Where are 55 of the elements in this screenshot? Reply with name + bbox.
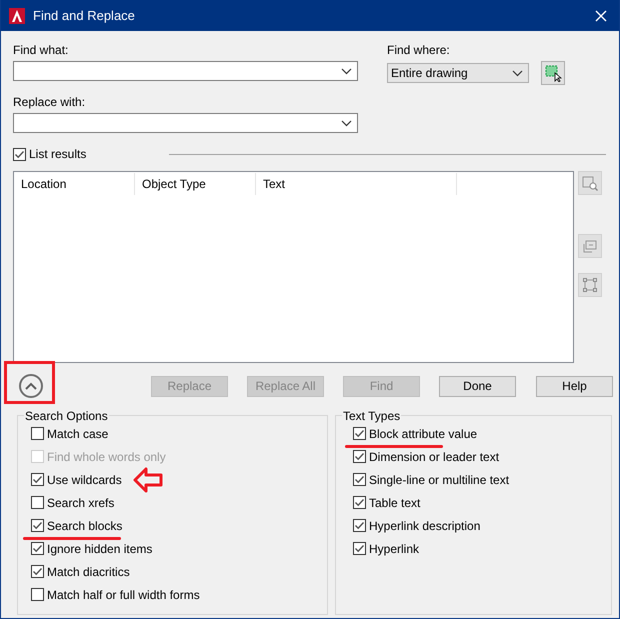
- combo-box[interactable]: [13, 113, 358, 133]
- option-label: Match case: [47, 426, 108, 442]
- checkbox[interactable]: [353, 427, 366, 440]
- select-objects-button[interactable]: [541, 61, 565, 85]
- option-label: List results: [29, 146, 86, 163]
- zoom-button[interactable]: [578, 171, 602, 195]
- option-label: Use wildcards: [47, 472, 122, 488]
- field-label: Find where:: [387, 42, 451, 59]
- option-label: Single-line or multiline text: [369, 472, 510, 488]
- collapse-button[interactable]: [19, 374, 43, 398]
- chevron-down-icon: [512, 70, 523, 76]
- select-objects-icon: [544, 64, 562, 82]
- dialog-button[interactable]: Done: [439, 376, 516, 396]
- checkbox[interactable]: [353, 542, 366, 555]
- grips-icon: [582, 277, 598, 293]
- checkbox[interactable]: [31, 588, 44, 601]
- combo-box[interactable]: [13, 61, 358, 81]
- window-title: Find and Replace: [33, 6, 135, 25]
- checkbox[interactable]: [31, 519, 44, 532]
- field-label: Replace with:: [13, 94, 86, 111]
- column-header[interactable]: Location: [14, 173, 135, 195]
- selection-set-icon: [582, 238, 598, 254]
- field-label: Find what:: [13, 42, 70, 59]
- checkbox[interactable]: [353, 450, 366, 463]
- checkbox[interactable]: [13, 148, 26, 160]
- chevron-down-icon: [341, 120, 352, 126]
- column-header[interactable]: Object Type: [135, 173, 256, 195]
- grips-button[interactable]: [578, 273, 602, 297]
- option-label: Match diacritics: [47, 564, 130, 580]
- chevron-down-icon: [341, 68, 352, 74]
- chevron-up-icon: [25, 382, 37, 390]
- option-label: Hyperlink: [369, 540, 420, 558]
- option-label: Search blocks: [47, 518, 122, 534]
- checkbox[interactable]: [31, 427, 44, 440]
- option-label: Match half or full width forms: [47, 586, 200, 604]
- option-label: Table text: [369, 494, 420, 512]
- checkbox[interactable]: [353, 519, 366, 532]
- dialog-button[interactable]: Help: [536, 376, 613, 396]
- option-label: Ignore hidden items: [47, 540, 152, 558]
- option-label: Block attribute value: [369, 426, 478, 442]
- checkbox[interactable]: [353, 473, 366, 486]
- checkbox[interactable]: [31, 542, 44, 555]
- checkbox[interactable]: [353, 496, 366, 509]
- app-logo-icon: [9, 8, 25, 24]
- option-label: Find whole words only: [47, 448, 166, 466]
- column-header[interactable]: Text: [256, 173, 457, 195]
- option-label: Dimension or leader text: [369, 448, 500, 466]
- find-where-select[interactable]: Entire drawing: [387, 63, 529, 83]
- checkbox[interactable]: [31, 496, 44, 509]
- option-label: Search xrefs: [47, 494, 114, 512]
- close-icon[interactable]: [595, 10, 607, 22]
- checkbox[interactable]: [31, 473, 44, 486]
- checkbox[interactable]: [31, 565, 44, 578]
- option-label: Hyperlink description: [369, 518, 480, 534]
- zoom-to-icon: [582, 175, 598, 191]
